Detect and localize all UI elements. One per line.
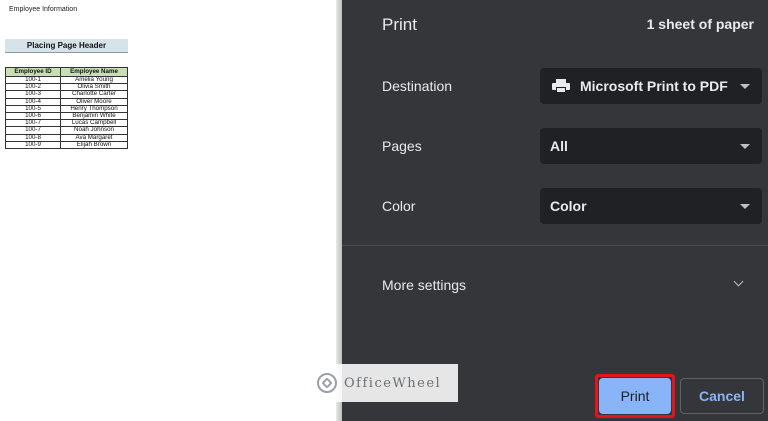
table-row: 100-9 Elijah Brown xyxy=(5,140,128,149)
destination-label: Destination xyxy=(382,78,453,94)
print-button[interactable]: Print xyxy=(599,378,671,414)
divider xyxy=(342,245,768,246)
employee-id: 100-9 xyxy=(5,140,61,149)
print-dialog: Print 1 sheet of paper Destination Micro… xyxy=(342,0,768,421)
color-label: Color xyxy=(382,198,416,214)
sheet-title: Placing Page Header xyxy=(5,39,128,53)
dialog-title: Print xyxy=(382,15,417,34)
chevron-down-icon xyxy=(733,276,744,287)
table-row: 100-3 Charlotte Carter xyxy=(5,90,128,99)
color-value: Color xyxy=(550,198,587,214)
employee-table: Employee ID Employee Name 100-1 Amelia Yo… xyxy=(5,67,128,149)
watermark-text: OfficeWheel xyxy=(344,375,442,391)
print-preview: Employee Information Placing Page Header… xyxy=(0,0,340,421)
page-header-text: Employee Information xyxy=(9,6,78,13)
employee-name: Charlotte Carter xyxy=(60,90,128,99)
watermark: OfficeWheel xyxy=(312,364,458,402)
printer-icon xyxy=(552,79,570,93)
destination-value: Microsoft Print to PDF xyxy=(580,78,728,94)
cancel-button[interactable]: Cancel xyxy=(680,378,764,414)
more-settings-toggle[interactable]: More settings xyxy=(342,262,768,308)
color-select[interactable]: Color xyxy=(540,188,762,224)
pages-select[interactable]: All xyxy=(540,128,762,164)
employee-name: Elijah Brown xyxy=(60,140,128,149)
sheet-count: 1 sheet of paper xyxy=(646,16,754,32)
officewheel-logo-icon xyxy=(316,372,338,394)
employee-id: 100-7 xyxy=(5,126,61,135)
destination-select[interactable]: Microsoft Print to PDF xyxy=(540,68,762,104)
chevron-down-icon xyxy=(740,83,750,89)
employee-name: Noah Johnson xyxy=(60,126,128,135)
chevron-down-icon xyxy=(740,143,750,149)
more-settings-label: More settings xyxy=(382,277,467,293)
pages-value: All xyxy=(550,138,568,154)
employee-id: 100-3 xyxy=(5,90,61,99)
pages-label: Pages xyxy=(382,138,422,154)
chevron-down-icon xyxy=(740,203,750,209)
table-row: 100-7 Noah Johnson xyxy=(5,126,128,135)
